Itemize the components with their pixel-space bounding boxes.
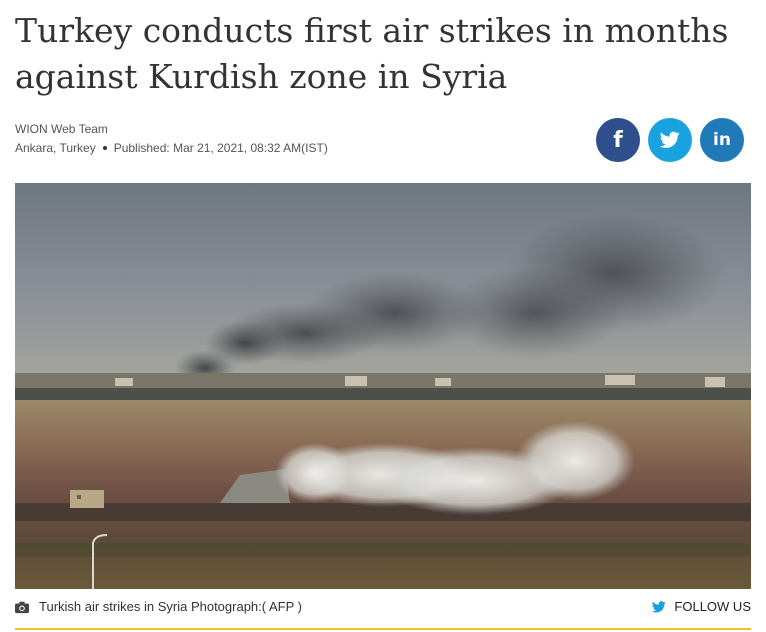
follow-us-link[interactable]: FOLLOW US — [652, 598, 751, 616]
twitter-bird-icon — [652, 601, 667, 613]
twitter-share-button[interactable] — [648, 118, 692, 162]
article-photo — [15, 183, 751, 589]
linkedin-share-button[interactable]: in — [700, 118, 744, 162]
article-meta: WION Web Team Ankara, Turkey Published: … — [15, 121, 328, 155]
photo-caption: Turkish air strikes in Syria Photograph:… — [39, 599, 302, 614]
camera-icon — [15, 601, 29, 614]
article-headline: Turkey conducts first air strikes in mon… — [15, 11, 729, 96]
photo-caption-bar: Turkish air strikes in Syria Photograph:… — [15, 598, 751, 630]
facebook-icon: f — [613, 127, 623, 153]
separator-dot — [102, 146, 107, 150]
dateline: Ankara, Turkey Published: Mar 21, 2021, … — [15, 141, 328, 155]
published-date: Published: Mar 21, 2021, 08:32 AM(IST) — [113, 141, 328, 155]
photo-image — [15, 183, 751, 589]
author-name[interactable]: WION Web Team — [15, 121, 328, 141]
twitter-icon — [660, 131, 680, 148]
share-buttons: f in — [596, 118, 744, 162]
linkedin-icon: in — [713, 130, 731, 150]
facebook-share-button[interactable]: f — [596, 118, 640, 162]
location: Ankara, Turkey — [15, 141, 96, 155]
follow-us-label: FOLLOW US — [674, 599, 751, 614]
